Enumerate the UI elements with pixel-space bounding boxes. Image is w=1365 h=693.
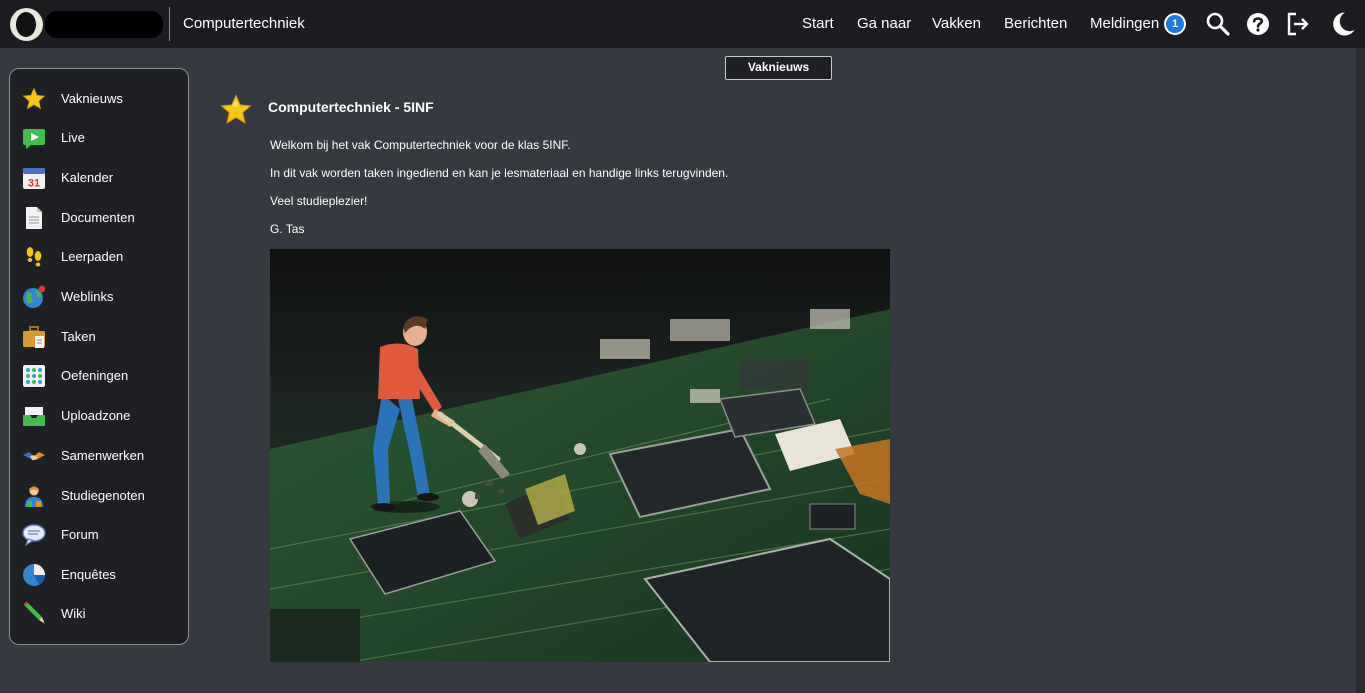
sidebar-item-label: Studiegenoten [61,488,145,503]
pie-chart-icon [23,564,45,586]
sidebar-item-label: Live [61,130,85,145]
sidebar-item-label: Documenten [61,210,135,225]
nav-vakken[interactable]: Vakken [932,15,981,32]
sidebar-item-vaknieuws[interactable]: Vaknieuws [10,82,188,116]
nav-meldingen[interactable]: Meldingen [1090,15,1159,32]
pencil-icon [23,602,45,624]
top-bar: Computertechniek Start Ga naar Vakken Be… [0,0,1365,48]
top-bar-divider [169,7,170,41]
live-play-icon [23,129,45,149]
footsteps-icon [26,247,42,267]
sidebar-item-label: Forum [61,527,99,542]
sidebar-item-enquetes[interactable]: Enquêtes [10,558,188,592]
redacted-school-name [45,11,163,38]
star-icon [22,87,46,110]
sidebar-item-studiegenoten[interactable]: Studiegenoten [10,479,188,513]
handshake-icon [23,452,45,461]
briefcase-icon [23,326,45,348]
sidebar-item-label: Kalender [61,170,114,185]
page-scrollbar[interactable] [1356,48,1365,693]
classmates-icon [25,486,43,507]
post-image [270,249,890,662]
sidebar-item-oefeningen[interactable]: Oefeningen [10,359,188,393]
sidebar-item-label: Enquêtes [61,567,116,582]
course-title[interactable]: Computertechniek [183,15,305,32]
sidebar-item-wiki[interactable]: Wiki [10,597,188,631]
post-signature: G. Tas [270,222,305,236]
notification-badge[interactable]: 1 [1164,13,1186,35]
sidebar-item-live[interactable]: Live [10,121,188,155]
dark-mode-icon[interactable] [1330,11,1356,37]
nav-start[interactable]: Start [802,15,834,32]
sidebar-item-forum[interactable]: Forum [10,518,188,552]
svg-text:31: 31 [28,178,40,190]
help-icon[interactable] [1245,11,1271,37]
sidebar-item-label: Vaknieuws [61,91,123,106]
vaknieuws-button[interactable]: Vaknieuws [725,56,832,80]
sidebar-item-label: Wiki [61,606,86,621]
sidebar-item-leerpaden[interactable]: Leerpaden [10,240,188,274]
sidebar-item-samenwerken[interactable]: Samenwerken [10,439,188,473]
sidebar-item-uploadzone[interactable]: Uploadzone [10,399,188,433]
nav-berichten[interactable]: Berichten [1004,15,1067,32]
post-title: Computertechniek - 5INF [268,99,434,115]
sidebar-item-label: Taken [61,329,96,344]
sidebar-item-label: Samenwerken [61,448,145,463]
sidebar-item-weblinks[interactable]: Weblinks [10,280,188,314]
globe-icon [23,285,46,308]
sidebar-item-documenten[interactable]: Documenten [10,201,188,235]
post-paragraph: Veel studieplezier! [270,194,368,208]
exercises-grid-icon [23,365,45,387]
upload-tray-icon [23,407,45,426]
logout-icon[interactable] [1285,11,1311,37]
star-icon [220,94,252,124]
post-paragraph: Welkom bij het vak Computertechniek voor… [270,138,571,152]
sidebar-item-label: Oefeningen [61,368,129,383]
document-icon [26,207,42,229]
school-logo[interactable] [10,8,43,41]
nav-ga-naar[interactable]: Ga naar [857,15,911,32]
post-paragraph: In dit vak worden taken ingediend en kan… [270,166,729,180]
course-tools-sidebar: Vaknieuws Live 31 Kalender Documenten Le… [9,68,189,645]
sidebar-item-label: Weblinks [61,289,114,304]
calendar-icon: 31 [23,168,45,190]
sidebar-item-taken[interactable]: Taken [10,320,188,354]
speech-bubble-icon [22,524,46,547]
sidebar-item-label: Leerpaden [61,249,124,264]
sidebar-item-kalender[interactable]: 31 Kalender [10,161,188,195]
sidebar-item-label: Uploadzone [61,408,131,423]
search-icon[interactable] [1205,11,1231,37]
